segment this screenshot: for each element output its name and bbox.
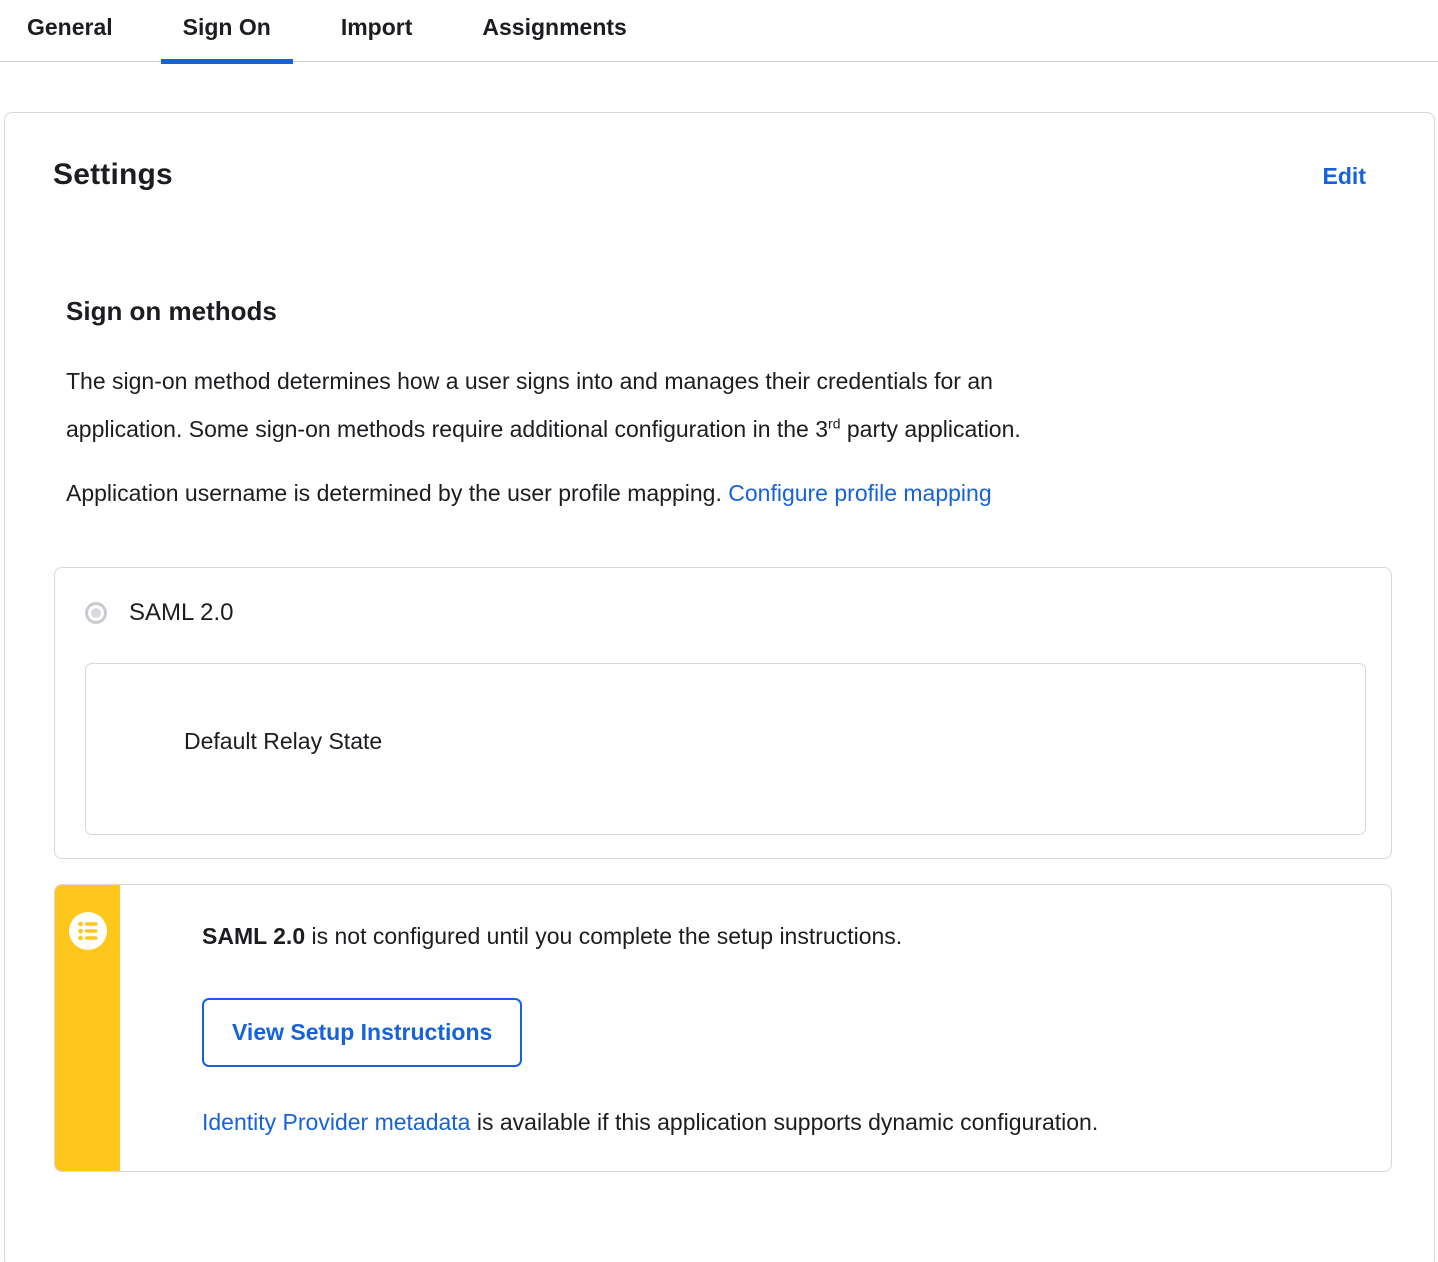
view-setup-instructions-button[interactable]: View Setup Instructions — [202, 998, 523, 1067]
saml-radio-row: SAML 2.0 — [85, 599, 1366, 627]
tab-import[interactable]: Import — [319, 4, 435, 61]
saml-warning-callout: SAML 2.0 is not configured until you com… — [54, 884, 1392, 1172]
description-line-1: The sign-on method determines how a user… — [66, 368, 993, 394]
saml-radio-label: SAML 2.0 — [129, 599, 234, 626]
default-relay-state-label: Default Relay State — [184, 728, 383, 754]
tab-assignments[interactable]: Assignments — [460, 4, 648, 61]
radio-dot — [91, 608, 101, 618]
tab-sign-on[interactable]: Sign On — [160, 4, 294, 64]
identity-provider-metadata-link[interactable]: Identity Provider metadata — [202, 1109, 470, 1135]
sign-on-methods-section: Sign on methods The sign-on method deter… — [54, 296, 1392, 1172]
ordinal-superscript: rd — [828, 415, 841, 432]
saml-radio-button[interactable] — [85, 602, 107, 624]
callout-message: SAML 2.0 is not configured until you com… — [202, 923, 903, 949]
tab-general[interactable]: General — [5, 4, 135, 61]
app-tab-bar: General Sign On Import Assignments — [0, 0, 1438, 64]
settings-card: Settings Edit Sign on methods The sign-o… — [4, 112, 1435, 1262]
settings-header: Settings Edit — [53, 113, 1386, 192]
configure-profile-mapping-link[interactable]: Configure profile mapping — [728, 480, 991, 506]
default-relay-state-field[interactable]: Default Relay State — [85, 663, 1366, 835]
list-icon — [68, 912, 107, 950]
sign-on-description: The sign-on method determines how a user… — [66, 357, 1386, 453]
callout-body: SAML 2.0 is not configured until you com… — [120, 885, 1391, 1171]
edit-button[interactable]: Edit — [1323, 163, 1366, 190]
metadata-text: Identity Provider metadata is available … — [202, 1109, 1099, 1135]
saml-method-box: SAML 2.0 Default Relay State — [54, 567, 1392, 859]
username-mapping-text: Application username is determined by th… — [66, 480, 992, 506]
section-heading: Sign on methods — [66, 296, 277, 326]
description-line-2: application. Some sign-on methods requir… — [66, 415, 1021, 442]
page-title: Settings — [53, 158, 173, 191]
callout-accent-strip — [55, 885, 120, 1171]
